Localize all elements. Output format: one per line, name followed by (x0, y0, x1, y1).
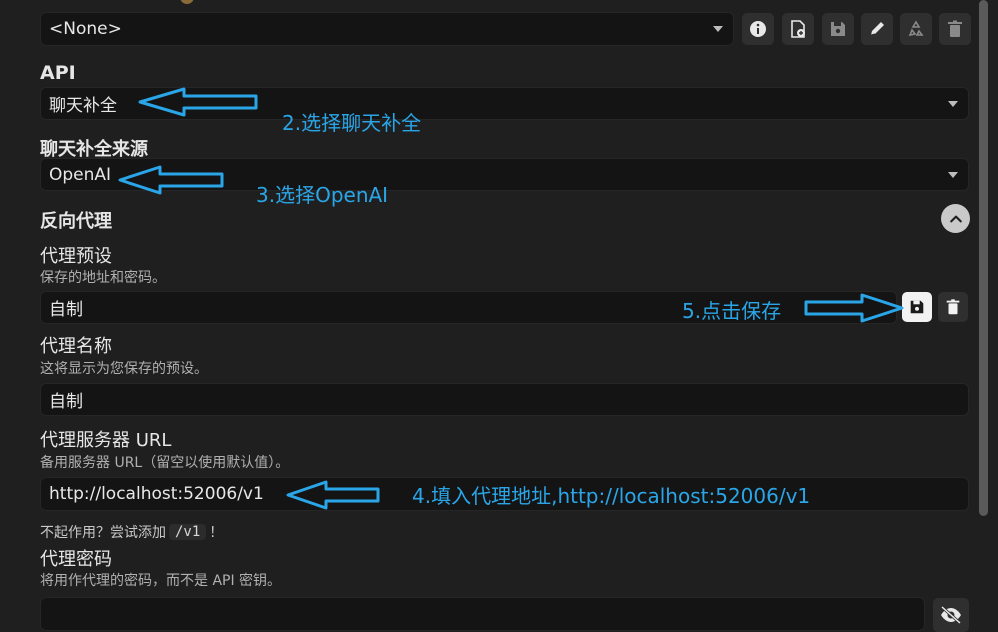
proxy-url-tip-prefix: 不起作用？尝试添加 (40, 525, 166, 541)
proxy-password-input[interactable] (40, 597, 925, 631)
proxy-url-hint: 备用服务器 URL（留空以使用默认值）。 (40, 455, 290, 471)
trash-icon (946, 299, 960, 315)
collapse-section-button[interactable] (941, 204, 970, 233)
toggle-password-visibility-button[interactable] (933, 598, 969, 632)
scrollbar-thumb[interactable] (979, 0, 988, 516)
proxy-name-hint: 这将显示为您保存的预设。 (40, 361, 208, 377)
chat-completion-source-value: OpenAI (49, 164, 112, 185)
pencil-icon (870, 22, 884, 36)
delete-profile-button[interactable] (939, 13, 971, 45)
annotation-arrow-step2 (138, 87, 258, 117)
api-select-value: 聊天补全 (49, 96, 117, 116)
annotation-step5: 5.点击保存 (682, 299, 782, 323)
file-add-icon (791, 20, 805, 38)
info-icon (750, 21, 766, 37)
proxy-name-label: 代理名称 (40, 336, 112, 357)
reload-profile-button[interactable] (900, 13, 932, 45)
annotation-arrow-step4 (286, 480, 380, 510)
chevron-down-icon (948, 171, 958, 178)
chevron-down-icon (948, 100, 958, 107)
save-proxy-button[interactable] (902, 292, 932, 322)
api-label: API (40, 62, 76, 84)
annotation-step4: 4.填入代理地址,http://localhost:52006/v1 (412, 484, 811, 508)
annotation-arrow-step5 (804, 293, 904, 323)
annotation-arrow-step3 (118, 165, 224, 195)
edit-profile-button[interactable] (861, 13, 893, 45)
delete-proxy-button[interactable] (938, 292, 968, 322)
proxy-url-tip-code: /v1 (169, 524, 207, 540)
save-icon (831, 22, 845, 36)
annotation-step2: 2.选择聊天补全 (282, 111, 422, 135)
proxy-password-label: 代理密码 (40, 549, 112, 570)
connection-profile-header (40, 0, 240, 4)
save-profile-button[interactable] (822, 13, 854, 45)
new-profile-button[interactable] (782, 13, 814, 45)
recycle-icon (908, 20, 924, 37)
proxy-url-label: 代理服务器 URL (40, 430, 172, 451)
save-icon (910, 300, 924, 314)
proxy-preset-hint: 保存的地址和密码。 (40, 270, 166, 286)
proxy-url-tip: 不起作用？尝试添加 /v1 ！ (40, 522, 223, 542)
annotation-step3: 3.选择OpenAI (256, 183, 389, 207)
proxy-password-hint: 将用作代理的密码，而不是 API 密钥。 (40, 573, 282, 589)
eye-slash-icon (941, 605, 961, 625)
info-button[interactable] (742, 13, 774, 45)
chevron-down-icon (713, 26, 723, 32)
connection-profile-value: <None> (49, 19, 122, 39)
chevron-up-icon (949, 215, 962, 222)
proxy-url-tip-suffix: ！ (209, 525, 224, 541)
reverse-proxy-title: 反向代理 (40, 211, 112, 232)
proxy-name-value: 自制 (49, 392, 83, 412)
proxy-preset-value: 自制 (49, 300, 83, 320)
connection-profile-select[interactable]: <None> (40, 12, 734, 46)
proxy-name-input[interactable]: 自制 (40, 383, 969, 416)
trash-icon (948, 20, 962, 37)
proxy-url-value: http://localhost:52006/v1 (49, 484, 264, 504)
proxy-preset-label: 代理预设 (40, 246, 112, 267)
